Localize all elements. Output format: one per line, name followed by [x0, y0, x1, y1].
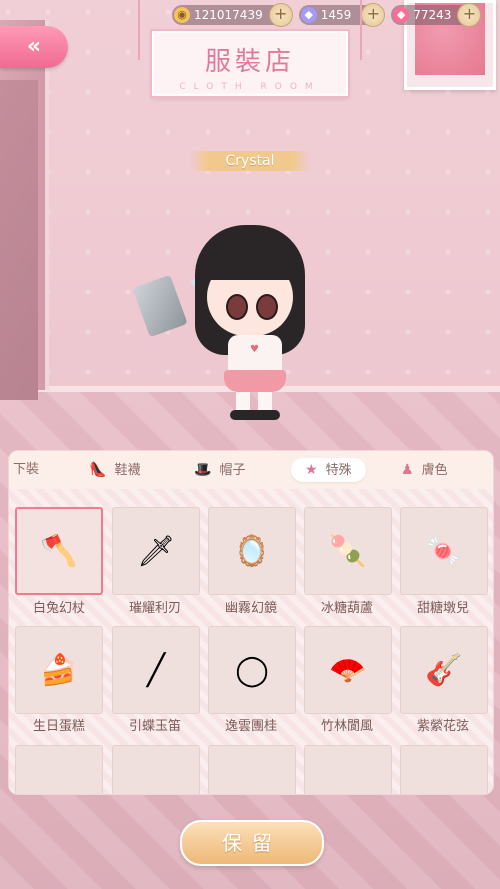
item-card[interactable] — [112, 745, 200, 794]
item-card[interactable]: 🪓 — [15, 507, 103, 595]
sword-icon: 🗡 — [136, 533, 176, 569]
tab-shoes[interactable]: 👠 鞋襪 — [89, 458, 140, 482]
hanging-ornament-right — [360, 0, 362, 60]
guitar-icon: 🎸 — [425, 652, 463, 688]
item-label: 引蝶玉笛 — [128, 719, 181, 734]
keep-button[interactable]: 保留 — [180, 820, 324, 866]
double-chevron-left-icon: « — [26, 34, 42, 59]
shop-sign: 服裝店 CLOTH ROOM — [152, 31, 348, 96]
item-grid: 🪓 白兔幻杖 🗡 璀耀利刃 🪞 幽霧幻鏡 🍡 冰糖葫蘆 🍬 甜糖墩兒 🍰 生日蛋… — [8, 489, 494, 795]
add-coins-button[interactable]: + — [268, 3, 293, 27]
item-card[interactable]: 🗡 — [112, 507, 200, 595]
back-button[interactable]: « — [0, 26, 68, 68]
tab-label: 下裝 — [13, 462, 40, 477]
item-card[interactable]: 🍬 — [400, 507, 488, 595]
tab-label: 膚色 — [421, 463, 448, 478]
tab-label: 特殊 — [325, 463, 352, 478]
item-card[interactable] — [208, 745, 296, 794]
tab-special[interactable]: ★ 特殊 — [291, 458, 366, 482]
tab-hats[interactable]: 🎩 帽子 — [194, 458, 245, 482]
item-card[interactable]: ◯ — [208, 626, 296, 714]
wall-mirror — [0, 20, 49, 400]
item-label: 冰糖葫蘆 — [320, 601, 373, 616]
left-eye — [226, 294, 248, 320]
tab-label: 帽子 — [219, 463, 246, 478]
tab-bottoms[interactable]: 下裝 — [13, 458, 39, 482]
keep-label: 保留 — [222, 831, 282, 855]
cat-coin-icon: ◉ — [174, 7, 190, 23]
item-card[interactable] — [400, 745, 488, 794]
high-heel-icon: 👠 — [89, 462, 107, 478]
currency-bar: ◉ 121017439 + ◆ 1459 + ◆ 77243 + — [172, 3, 482, 27]
item-card[interactable]: 🍰 — [15, 626, 103, 714]
folding-fan-icon: 🪭 — [329, 652, 367, 688]
gem-amount: 1459 — [320, 8, 352, 22]
item-label: 生日蛋糕 — [32, 719, 85, 734]
item-card[interactable]: ╱ — [112, 626, 200, 714]
coin-amount: 121017439 — [194, 8, 263, 22]
pink-diamond-icon: ◆ — [393, 7, 410, 23]
add-gems-button[interactable]: + — [361, 3, 386, 27]
purple-gem-icon: ◆ — [300, 7, 317, 23]
sweater — [228, 335, 282, 375]
mirror-icon: 🪞 — [233, 533, 271, 569]
item-label: 璀耀利刃 — [128, 601, 181, 616]
candied-haws-icon: 🍡 — [329, 533, 367, 569]
tab-label: 鞋襪 — [114, 463, 141, 478]
axe-icon: 🪓 — [40, 533, 78, 569]
hanging-ornament-left — [138, 0, 140, 60]
shop-subtitle: CLOTH ROOM — [179, 82, 321, 92]
character-avatar[interactable]: ♥ — [132, 220, 350, 430]
item-label: 紫縈花弦 — [416, 719, 469, 734]
candy-stick-icon: 🍬 — [425, 533, 463, 569]
tab-skin-color[interactable]: ♟ 膚色 — [401, 458, 448, 482]
person-icon: ♟ — [401, 462, 414, 478]
gem-counter: ◆ 1459 + — [298, 3, 386, 27]
hat-icon: 🎩 — [194, 462, 212, 478]
flute-icon: ╱ — [146, 652, 166, 688]
round-fan-icon: ◯ — [235, 652, 269, 688]
character-name: Crystal — [190, 151, 310, 171]
diamond-amount: 77243 — [413, 8, 452, 22]
item-label: 逸雲團桂 — [224, 719, 277, 734]
item-card[interactable] — [304, 745, 392, 794]
item-label: 甜糖墩兒 — [416, 601, 469, 616]
category-tabs: 下裝 👠 鞋襪 🎩 帽子 ★ 特殊 ♟ 膚色 — [8, 450, 494, 490]
coin-counter: ◉ 121017439 + — [172, 3, 293, 27]
item-card[interactable] — [15, 745, 103, 794]
item-label: 幽霧幻鏡 — [224, 601, 277, 616]
skirt — [224, 370, 286, 392]
item-card[interactable]: 🪭 — [304, 626, 392, 714]
star-icon: ★ — [305, 462, 318, 478]
right-eye — [256, 294, 278, 320]
shoes — [230, 410, 280, 420]
item-label: 白兔幻杖 — [32, 601, 85, 616]
item-card[interactable]: 🎸 — [400, 626, 488, 714]
item-card[interactable]: 🍡 — [304, 507, 392, 595]
item-label: 竹林閬風 — [320, 719, 373, 734]
diamond-counter: ◆ 77243 + — [391, 3, 482, 27]
heart-icon: ♥ — [250, 344, 259, 355]
shop-title: 服裝店 — [204, 47, 295, 77]
cake-icon: 🍰 — [40, 652, 78, 688]
item-card[interactable]: 🪞 — [208, 507, 296, 595]
